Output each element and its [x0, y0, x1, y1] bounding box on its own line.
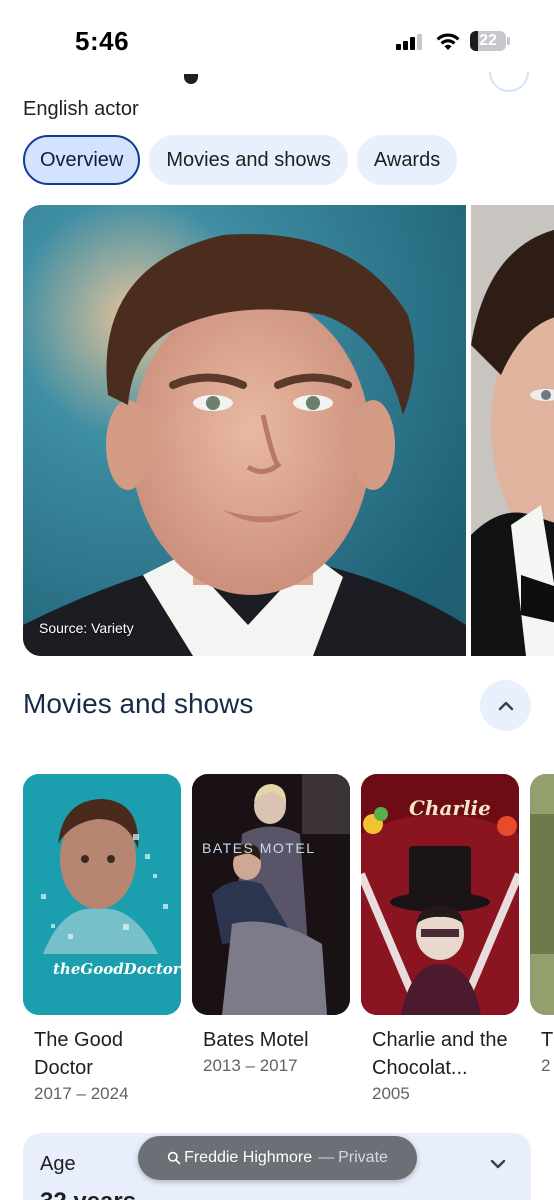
second-photo[interactable]	[471, 205, 554, 656]
search-pill[interactable]: Freddie Highmore — Private	[138, 1136, 417, 1180]
section-title: Movies and shows	[23, 688, 254, 719]
movie-card-partial[interactable]: T S 2	[530, 774, 554, 1076]
status-bar: 5:46 22	[0, 0, 554, 80]
movie-card-charlie-and-the-chocolate-factory[interactable]: Charlie Charlie and the Chocolat... 2005	[361, 774, 519, 1104]
chevron-up-icon	[498, 701, 513, 710]
title-fragment	[184, 74, 198, 84]
signal-icon	[396, 34, 426, 50]
movie-poster[interactable]: theGoodDoctor	[23, 774, 181, 1015]
movie-poster[interactable]	[530, 774, 554, 1015]
movie-title[interactable]: T S	[541, 1026, 554, 1054]
movie-title[interactable]: Charlie and the Chocolat...	[372, 1026, 519, 1082]
tab-chips: Overview Movies and shows Awards	[23, 135, 458, 185]
browsing-mode: Private	[338, 1149, 388, 1166]
poster-logo-text: theGoodDoctor	[53, 960, 181, 978]
movie-card-bates-motel[interactable]: BATES MOTEL Bates Motel 2013 – 2017	[192, 774, 350, 1076]
search-query: Freddie Highmore	[184, 1149, 313, 1166]
age-label: Age	[40, 1153, 76, 1175]
poster-logo-text: BATES MOTEL	[202, 840, 316, 856]
movie-years: 2013 – 2017	[203, 1056, 298, 1075]
movie-years: 2017 – 2024	[34, 1084, 129, 1103]
entity-subtitle: English actor	[23, 98, 139, 120]
portrait-image	[23, 205, 466, 656]
movies-carousel[interactable]: theGoodDoctor The Good Doctor 2017 – 202…	[23, 774, 554, 1114]
movie-title[interactable]: Bates Motel	[203, 1026, 350, 1054]
movie-card-the-good-doctor[interactable]: theGoodDoctor The Good Doctor 2017 – 202…	[23, 774, 181, 1104]
wifi-icon	[436, 33, 460, 50]
chevron-down-icon[interactable]	[487, 1153, 509, 1175]
battery-icon: 22	[470, 31, 506, 51]
poster-logo-text: Charlie	[409, 796, 491, 820]
age-value: 32 years	[40, 1188, 136, 1200]
movie-poster[interactable]: Charlie	[361, 774, 519, 1015]
image-carousel[interactable]: Source: Variety	[23, 205, 554, 656]
portrait-image-2	[471, 205, 554, 656]
collapse-section-button[interactable]	[480, 680, 531, 731]
status-time: 5:46	[75, 26, 130, 56]
search-icon	[167, 1151, 181, 1165]
main-photo[interactable]: Source: Variety	[23, 205, 466, 656]
tab-overview[interactable]: Overview	[23, 135, 141, 185]
battery-tip	[507, 37, 510, 45]
movie-title[interactable]: The Good Doctor	[34, 1026, 181, 1082]
tab-movies-and-shows[interactable]: Movies and shows	[149, 135, 348, 185]
battery-level: 22	[479, 32, 497, 49]
movie-poster[interactable]: BATES MOTEL	[192, 774, 350, 1015]
movie-years: 2	[541, 1056, 551, 1075]
image-source-label: Source: Variety	[39, 620, 134, 636]
movie-years: 2005	[372, 1084, 410, 1103]
tab-awards[interactable]: Awards	[356, 135, 458, 185]
search-separator: —	[318, 1149, 335, 1166]
